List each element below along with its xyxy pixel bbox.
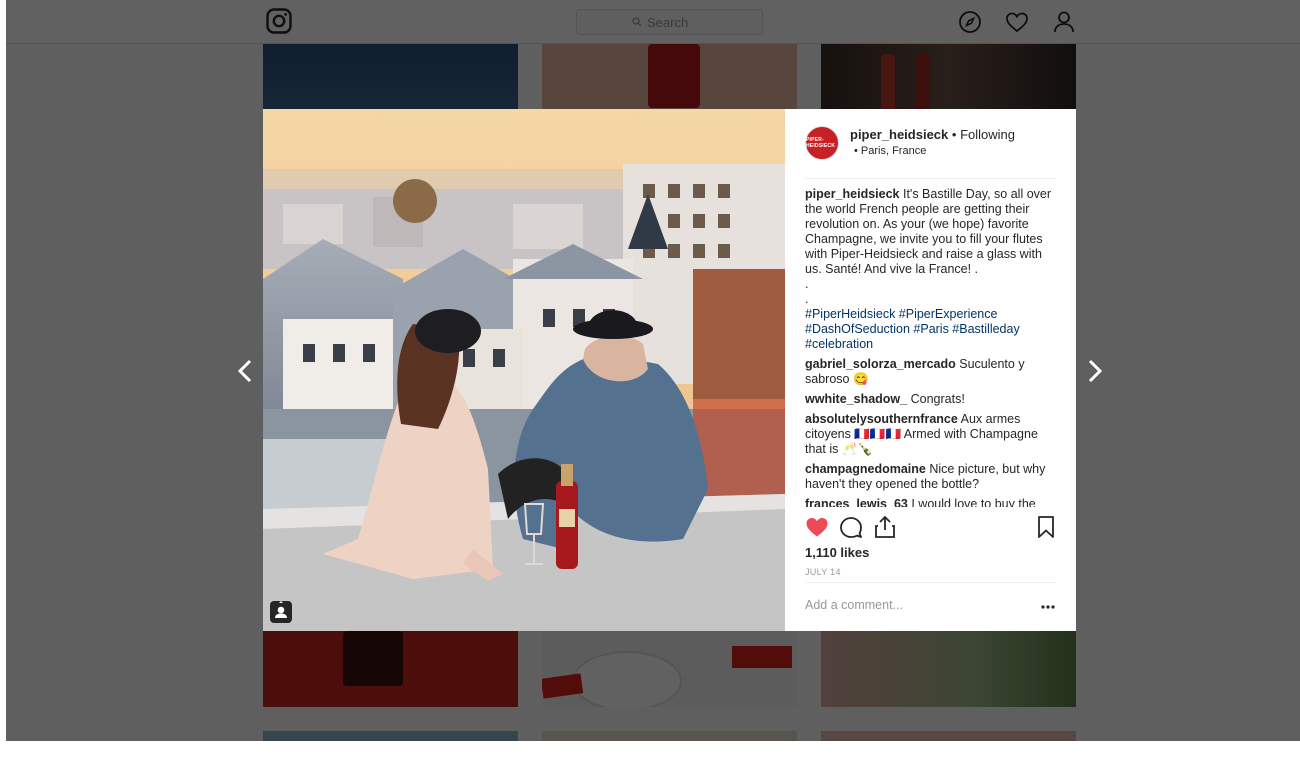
comment-item: gabriel_solorza_mercado Suculento y sabr… (805, 357, 1061, 387)
comment-item: champagnedomaine Nice picture, but why h… (805, 462, 1061, 492)
following-button[interactable]: Following (960, 127, 1015, 142)
avatar[interactable]: PIPER-HEIDSIECK (805, 126, 839, 160)
post-header: PIPER-HEIDSIECK piper_heidsieck • Follow… (805, 125, 1056, 179)
add-comment-section (805, 582, 1056, 630)
post-username-line: piper_heidsieck • Following (850, 127, 1015, 142)
comment-username[interactable]: frances_lewis_63 (805, 497, 908, 507)
instagram-page: PIPER-HEIDSIECK piper_heidsieck • Follow… (6, 0, 1300, 741)
header-separator: • (951, 127, 957, 142)
post-photo[interactable] (263, 109, 785, 631)
comment-username[interactable]: champagnedomaine (805, 462, 926, 476)
comment-item: wwhite_shadow_ Congrats! (805, 392, 1061, 407)
post-modal: PIPER-HEIDSIECK piper_heidsieck • Follow… (263, 109, 1076, 631)
caption-dot-line: . (805, 292, 809, 306)
post-username[interactable]: piper_heidsieck (850, 127, 948, 142)
comment-username[interactable]: wwhite_shadow_ (805, 392, 907, 406)
share-icon[interactable] (873, 515, 897, 539)
post-location[interactable]: • Paris, France (854, 145, 926, 157)
caption: piper_heidsieck It's Bastille Day, so al… (805, 187, 1061, 352)
user-tag-icon (275, 601, 287, 618)
like-heart-icon[interactable] (805, 515, 829, 539)
tagged-users-button[interactable] (270, 601, 292, 623)
next-post-arrow-icon[interactable] (1082, 357, 1106, 385)
caption-dot-line: . (805, 277, 809, 291)
comment-icon[interactable] (839, 515, 863, 539)
comment-text: Congrats! (910, 392, 965, 406)
post-date[interactable]: JULY 14 (805, 567, 841, 577)
comments-list[interactable]: piper_heidsieck It's Bastille Day, so al… (805, 187, 1061, 507)
comment-text: I would love to buy the (911, 497, 1036, 507)
post-image (263, 109, 785, 631)
comment-item: frances_lewis_63 I would love to buy the (805, 497, 1061, 507)
comment-username[interactable]: gabriel_solorza_mercado (805, 357, 956, 371)
post-sidebar: PIPER-HEIDSIECK piper_heidsieck • Follow… (785, 109, 1076, 631)
likes-count[interactable]: 1,110 likes (805, 545, 869, 560)
comment-username[interactable]: absolutelysouthernfrance (805, 412, 958, 426)
previous-post-arrow-icon[interactable] (234, 357, 258, 385)
caption-hashtags[interactable]: #PiperHeidsieck #PiperExperience #DashOf… (805, 307, 1061, 352)
comment-item: absolutelysouthernfrance Aux armes citoy… (805, 412, 1061, 457)
more-options-icon[interactable] (1040, 604, 1056, 610)
post-actions-bar (805, 515, 1056, 539)
caption-username[interactable]: piper_heidsieck (805, 187, 900, 201)
bookmark-icon[interactable] (1034, 515, 1058, 539)
avatar-brand-text: PIPER-HEIDSIECK (806, 137, 836, 149)
add-comment-input[interactable] (805, 598, 1015, 612)
